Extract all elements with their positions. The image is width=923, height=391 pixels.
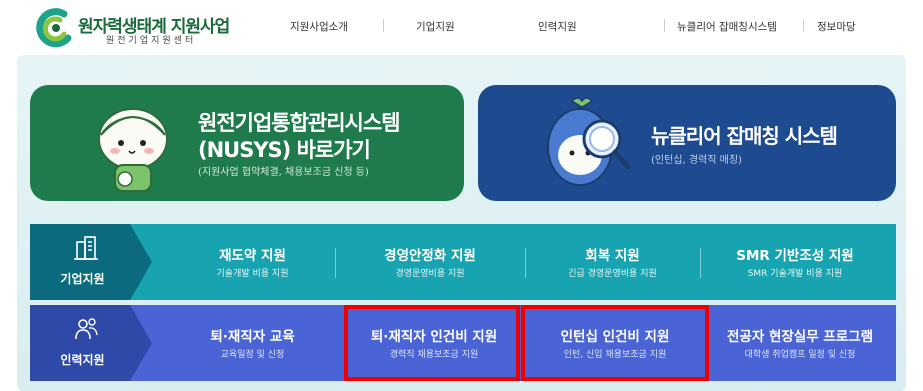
hr-item-field-program[interactable]: 전공자 현장실무 프로그램 대학생 취업캠프 일정 및 신청	[710, 305, 890, 381]
nav-item-job-matching[interactable]: 뉴클리어 잡매칭시스템	[677, 19, 777, 34]
nav-divider	[383, 19, 384, 32]
hr-item-retiree-labor-cost[interactable]: 퇴·재직자 인건비 지원 경력직 채용보조금 지원	[348, 305, 520, 381]
enterprise-item-title: SMR 기반조성 지원	[736, 248, 854, 264]
enterprise-item-smr[interactable]: SMR 기반조성 지원 SMR 기술개발 비용 지원	[705, 224, 885, 300]
enterprise-support-label: 기업지원	[60, 272, 105, 286]
mascot-magnifier-icon	[547, 97, 631, 186]
nav-item-enterprise-support[interactable]: 기업지원	[416, 19, 455, 34]
hr-item-sub: 인턴, 신입 채용보조금 지원	[563, 350, 667, 360]
hr-item-sub: 대학생 취업캠프 일정 및 신청	[744, 350, 856, 360]
nusys-subtitle: (지원사업 협약체결, 채용보조금 신청 등)	[198, 167, 369, 178]
cell-divider	[335, 248, 336, 278]
enterprise-item-title: 경영안정화 지원	[384, 248, 476, 264]
nav-divider	[803, 19, 804, 32]
enterprise-item-sub: 기술개발 비용 지원	[216, 269, 289, 279]
enterprise-item-title: 재도약 지원	[219, 248, 286, 264]
cell-divider	[525, 248, 526, 278]
nav-item-program-intro[interactable]: 지원사업소개	[290, 19, 348, 34]
hr-item-title: 퇴·재직자 인건비 지원	[370, 329, 498, 345]
hr-support-label: 인력지원	[60, 353, 105, 367]
job-matching-subtitle: (인턴십, 경력직 매칭)	[651, 155, 742, 166]
enterprise-item-title: 회복 지원	[585, 248, 640, 264]
enterprise-item-sub: 경영운영비용 지원	[395, 269, 465, 279]
hr-support-row: 인력지원 퇴·재직자 교육 교육일정 및 신청 퇴·재직자 인건비 지원 경력직…	[30, 305, 896, 381]
hr-item-education[interactable]: 퇴·재직자 교육 교육일정 및 신청	[175, 305, 330, 381]
hr-item-intern-labor-cost[interactable]: 인턴십 인건비 지원 인턴, 신입 채용보조금 지원	[525, 305, 705, 381]
enterprise-item-sub: SMR 기술개발 비용 지원	[747, 269, 843, 279]
enterprise-item-recovery[interactable]: 회복 지원 긴급 경영운영비용 지원	[530, 224, 695, 300]
job-matching-title: 뉴클리어 잡매칭 시스템	[651, 124, 838, 148]
hr-item-title: 퇴·재직자 교육	[210, 329, 295, 345]
people-icon	[75, 318, 98, 340]
building-icon	[74, 236, 98, 260]
site-header: 원자력생태계 지원사업 원전기업지원센터 지원사업소개 기업지원 인력지원 뉴클…	[0, 0, 923, 52]
nusys-title-line2: (NUSYS) 바로가기	[198, 138, 371, 162]
hr-support-label-block: 인력지원	[30, 305, 152, 381]
cell-divider	[700, 248, 701, 278]
enterprise-item-stabilization[interactable]: 경영안정화 지원 경영운영비용 지원	[340, 224, 520, 300]
enterprise-support-row: 기업지원 재도약 지원 기술개발 비용 지원 경영안정화 지원 경영운영비용 지…	[30, 224, 896, 300]
nav-item-info[interactable]: 정보마당	[817, 19, 856, 34]
nav-divider	[664, 19, 665, 32]
nusys-title-line1: 원전기업통합관리시스템	[198, 111, 401, 135]
hr-item-sub: 경력직 채용보조금 지원	[389, 350, 479, 360]
mascot-character-icon	[98, 108, 168, 192]
site-logo[interactable]: 원자력생태계 지원사업 원전기업지원센터	[34, 8, 234, 48]
nusys-banner[interactable]: 원전기업통합관리시스템 (NUSYS) 바로가기 (지원사업 협약체결, 채용보…	[30, 85, 464, 201]
enterprise-support-label-block: 기업지원	[30, 224, 152, 300]
hr-item-title: 전공자 현장실무 프로그램	[726, 329, 874, 345]
job-matching-banner[interactable]: 뉴클리어 잡매칭 시스템 (인턴십, 경력직 매칭)	[478, 85, 896, 201]
enterprise-item-rebound[interactable]: 재도약 지원 기술개발 비용 지원	[175, 224, 330, 300]
enterprise-item-sub: 긴급 경영운영비용 지원	[568, 269, 657, 279]
logo-mark-icon	[36, 8, 72, 48]
hr-item-sub: 교육일정 및 신청	[220, 350, 285, 360]
nav-item-hr-support[interactable]: 인력지원	[538, 19, 577, 34]
hr-item-title: 인턴십 인건비 지원	[560, 329, 670, 345]
logo-subtitle: 원전기업지원센터	[106, 36, 197, 46]
